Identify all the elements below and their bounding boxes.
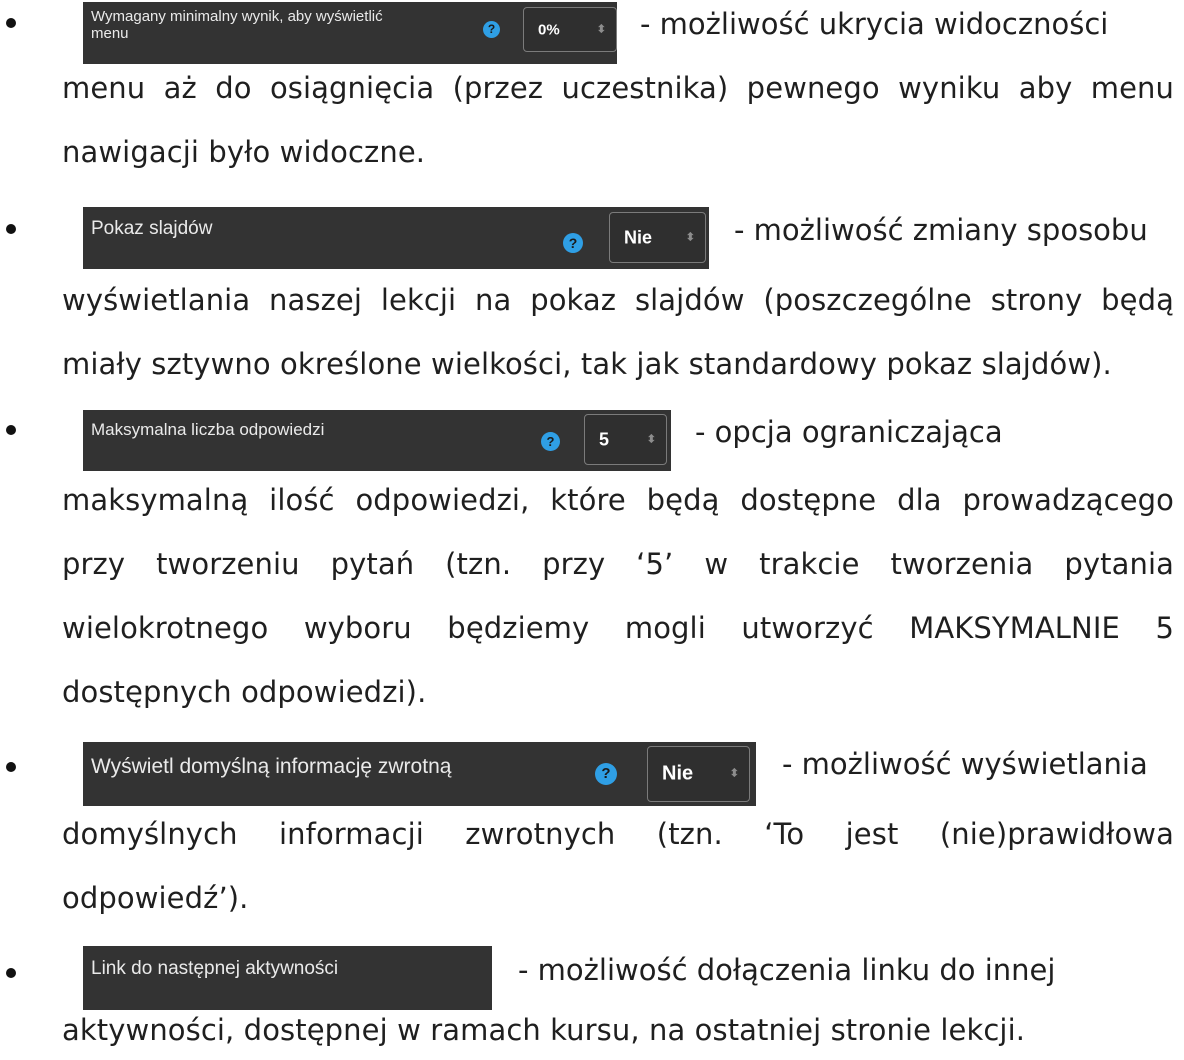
- select-value: 0%: [538, 21, 560, 38]
- sort-arrows-icon: ⬍: [729, 767, 739, 780]
- list-item: Wyświetl domyślną informację zwrotną ? N…: [0, 742, 1184, 922]
- settings-screenshot: Pokaz slajdów ? Nie ⬍: [83, 207, 709, 269]
- description-line: menu aż do osiągnięcia (przez uczestnika…: [62, 71, 1174, 105]
- description-first-line: - możliwość dołączenia linku do innej: [518, 953, 1056, 987]
- bullet: [6, 425, 16, 435]
- settings-screenshot: Wyświetl domyślną informację zwrotną ? N…: [83, 742, 756, 806]
- sort-arrows-icon: ⬍: [646, 433, 656, 445]
- value-select[interactable]: 0% ⬍: [523, 7, 617, 52]
- help-icon[interactable]: ?: [563, 233, 583, 253]
- sort-arrows-icon: ⬍: [685, 231, 695, 243]
- description-first-line: - opcja ograniczająca: [695, 415, 1003, 449]
- setting-label: Link do następnej aktywności: [91, 958, 339, 979]
- bullet: [6, 762, 16, 772]
- list-item: Link do następnej aktywności - możliwość…: [0, 946, 1184, 1052]
- setting-label: Wyświetl domyślną informację zwrotną: [91, 755, 452, 778]
- select-value: Nie: [662, 762, 694, 785]
- description-line: wielokrotnego wyboru będziemy mogli utwo…: [62, 611, 1174, 645]
- help-icon[interactable]: ?: [595, 763, 617, 785]
- setting-label: Wymagany minimalny wynik, aby wyświetlić…: [91, 8, 383, 43]
- setting-label: Maksymalna liczba odpowiedzi: [91, 420, 325, 439]
- list-item: Wymagany minimalny wynik, aby wyświetlić…: [0, 0, 1184, 190]
- value-select[interactable]: Nie ⬍: [609, 212, 706, 263]
- bullet: [6, 968, 16, 978]
- description-line: aktywności, dostępnej w ramach kursu, na…: [62, 1013, 1026, 1047]
- help-icon[interactable]: ?: [483, 21, 500, 38]
- description-line: przy tworzeniu pytań (tzn. przy ‘5’ w tr…: [62, 547, 1174, 581]
- select-value: 5: [599, 429, 610, 449]
- settings-screenshot: Wymagany minimalny wynik, aby wyświetlić…: [83, 2, 617, 64]
- description-first-line: - możliwość ukrycia widoczności: [640, 7, 1109, 41]
- document-page: Wymagany minimalny wynik, aby wyświetlić…: [0, 0, 1184, 1052]
- description-line: nawigacji było widoczne.: [62, 135, 426, 169]
- bullet: [6, 18, 16, 28]
- description-first-line: - możliwość zmiany sposobu: [734, 213, 1148, 247]
- select-value: Nie: [624, 227, 653, 247]
- value-select[interactable]: Nie ⬍: [647, 746, 750, 802]
- bullet: [6, 224, 16, 234]
- description-line: dostępnych odpowiedzi).: [62, 675, 427, 709]
- value-select[interactable]: 5 ⬍: [584, 414, 667, 465]
- settings-screenshot: Maksymalna liczba odpowiedzi ? 5 ⬍: [83, 410, 671, 471]
- description-line: wyświetlania naszej lekcji na pokaz slaj…: [62, 283, 1174, 317]
- description-first-line: - możliwość wyświetlania: [782, 747, 1148, 781]
- description-line: domyślnych informacji zwrotnych (tzn. ‘T…: [62, 817, 1174, 851]
- description-line: odpowiedź’).: [62, 881, 249, 915]
- description-line: miały sztywno określone wielkości, tak j…: [62, 347, 1112, 381]
- sort-arrows-icon: ⬍: [596, 23, 606, 35]
- list-item: Maksymalna liczba odpowiedzi ? 5 ⬍ - opc…: [0, 410, 1184, 730]
- help-icon[interactable]: ?: [541, 432, 560, 451]
- list-item: Pokaz slajdów ? Nie ⬍ - możliwość zmiany…: [0, 204, 1184, 394]
- setting-label: Pokaz slajdów: [91, 218, 213, 239]
- description-line: maksymalną ilość odpowiedzi, które będą …: [62, 483, 1174, 517]
